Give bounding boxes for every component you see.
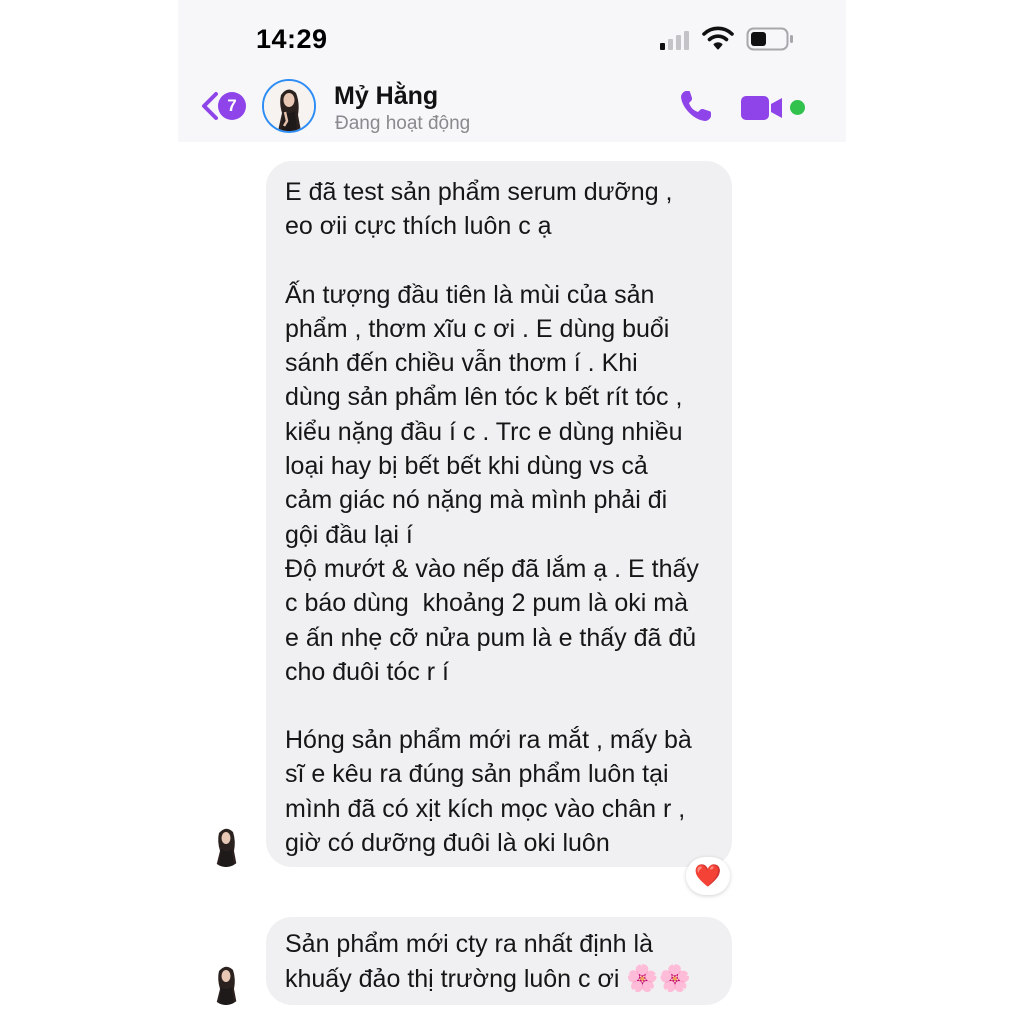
sender-avatar[interactable] <box>208 825 244 867</box>
message-text: khuấy đảo thị trường luôn c ơi <box>285 965 627 994</box>
message-line: Hóng sản phẩm mới ra mắt , mấy bà <box>285 726 692 755</box>
message-bubble[interactable]: E đã test sản phẩm serum dưỡng , eo ơii … <box>266 161 732 867</box>
message-line: kiểu nặng đầu í c . Trc e dùng nhiều <box>285 417 683 446</box>
unread-badge: 7 <box>218 92 246 120</box>
message-line: loại hay bị bết bết khi dùng vs cả <box>285 452 648 481</box>
status-time: 14:29 <box>256 24 328 54</box>
avatar-photo <box>208 825 244 867</box>
contact-avatar[interactable] <box>262 79 316 133</box>
message-line: E đã test sản phẩm serum dưỡng , <box>285 178 673 206</box>
message-line: e ấn nhẹ cỡ nửa pum là e thấy đã đủ <box>285 623 697 652</box>
messenger-screen: 14:29 7 Mỷ Hằng Đang hoạt động E đã test… <box>178 0 846 1024</box>
message-line: Ấn tượng đầu tiên là mùi của sản <box>285 280 655 309</box>
message-line: cho đuôi tóc r í <box>285 657 449 686</box>
message-line: mình đã có xịt kích mọc vào chân r , <box>285 794 686 823</box>
message-line: eo ơii cực thích luôn c ạ <box>285 212 552 241</box>
voice-call-button[interactable] <box>678 88 714 129</box>
message-line: Độ mướt & vào nếp đã lắm ạ . E thấy <box>285 554 699 583</box>
battery-icon <box>746 27 793 51</box>
heart-icon: ❤️ <box>694 863 722 888</box>
message-line: cảm giác nó nặng mà mình phải đi <box>285 486 668 515</box>
flower-emoji-icon: 🌸🌸 <box>626 963 692 994</box>
contact-status: Đang hoạt động <box>335 113 471 134</box>
online-indicator <box>790 100 805 115</box>
video-call-button[interactable] <box>740 94 784 127</box>
message-line: giờ có dưỡng đuôi là oki luôn <box>285 829 610 858</box>
sender-avatar[interactable] <box>208 963 244 1005</box>
video-camera-icon <box>741 96 782 120</box>
avatar-photo <box>208 963 244 1005</box>
message-line: c báo dùng khoảng 2 pum là oki mà <box>285 589 689 618</box>
wifi-icon <box>702 26 734 50</box>
signal-icon <box>660 30 694 50</box>
chat-header: 7 Mỷ Hằng Đang hoạt động <box>178 70 846 142</box>
message-line: sánh đến chiều vẫn thơm í . Khi <box>285 349 638 378</box>
message-line: phẩm , thơm xĩu c ơi . E dùng buổi <box>285 314 670 343</box>
message-bubble[interactable]: Sản phẩm mới cty ra nhất định là khuấy đ… <box>266 917 732 1005</box>
status-bar: 14:29 <box>178 0 846 70</box>
contact-name[interactable]: Mỷ Hằng <box>334 82 438 111</box>
message-line: khuấy đảo thị trường luôn c ơi 🌸🌸 <box>285 961 714 996</box>
message-line: Sản phẩm mới cty ra nhất định là <box>285 930 653 958</box>
avatar-photo <box>264 81 314 131</box>
message-line: dùng sản phẩm lên tóc k bết rít tóc , <box>285 383 683 412</box>
heart-reaction[interactable]: ❤️ <box>686 857 730 895</box>
message-line: sĩ e kêu ra đúng sản phẩm luôn tại <box>285 760 669 789</box>
message-line: gội đầu lại í <box>285 520 413 549</box>
phone-icon <box>681 91 711 121</box>
